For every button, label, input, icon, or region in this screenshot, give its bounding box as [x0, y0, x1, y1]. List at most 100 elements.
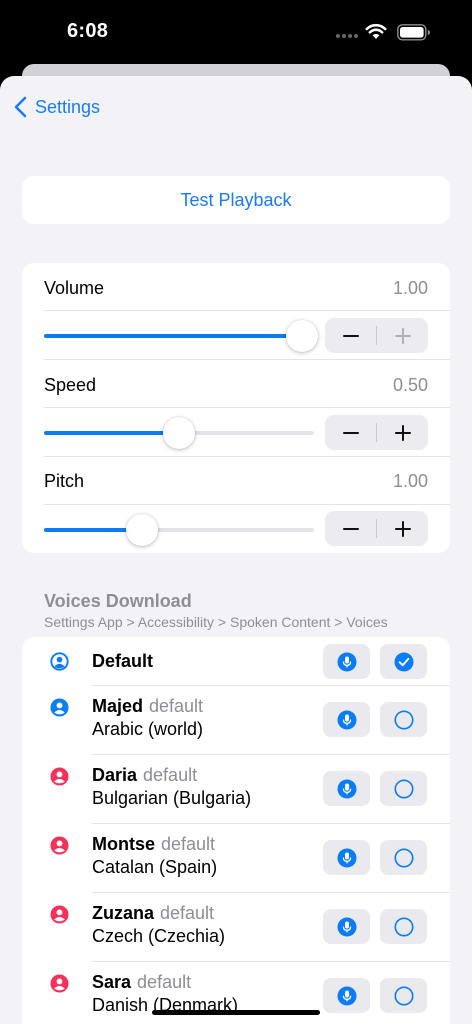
person-circle-fill-icon: [50, 698, 69, 717]
voice-select-button[interactable]: [380, 644, 427, 679]
voice-language: Bulgarian (Bulgaria): [92, 788, 252, 808]
circle-icon: [394, 710, 413, 729]
back-label: Settings: [35, 96, 101, 117]
speed-stepper: [325, 415, 428, 450]
person-circle-outline-icon: [50, 652, 69, 671]
voice-row[interactable]: Montse default Catalan (Spain): [22, 823, 450, 892]
battery-icon: [397, 24, 430, 41]
person-circle-fill-icon: [50, 767, 69, 786]
mic-circle-icon: [337, 652, 356, 671]
voice-select-button[interactable]: [380, 978, 427, 1013]
voices-section-title: Voices Download: [44, 591, 192, 611]
mic-circle-icon: [337, 848, 356, 867]
voice-name: Zuzana default: [92, 903, 215, 923]
checkmark-circle-icon: [394, 652, 413, 671]
voice-default-tag: default: [161, 834, 216, 854]
voice-select-button[interactable]: [380, 840, 427, 875]
voice-name: Majed default: [92, 696, 204, 716]
speed-increase-button[interactable]: [377, 415, 428, 450]
circle-icon: [394, 986, 413, 1005]
plus-icon: [394, 424, 411, 441]
mic-circle-icon: [337, 779, 356, 798]
home-indicator: [152, 1010, 320, 1015]
pitch-increase-button[interactable]: [377, 511, 428, 546]
voice-preview-button[interactable]: [323, 771, 370, 806]
speed-slider[interactable]: [44, 417, 314, 449]
speed-slider-fill: [44, 431, 179, 435]
test-playback-label: Test Playback: [180, 189, 292, 210]
divider: [44, 407, 450, 408]
voice-select-button[interactable]: [380, 702, 427, 737]
volume-slider-fill: [44, 334, 302, 338]
speed-value: 0.50: [392, 375, 428, 395]
wifi-icon: [365, 23, 387, 39]
volume-slider-thumb[interactable]: [286, 320, 318, 352]
minus-icon: [342, 431, 359, 434]
divider: [44, 456, 450, 457]
voice-name: Montse default: [92, 834, 216, 854]
status-time: 6:08: [67, 20, 109, 42]
mic-circle-icon: [337, 710, 356, 729]
pitch-slider-thumb[interactable]: [126, 514, 159, 546]
audio-settings-card: Volume 1.00 Speed 0.50 Pitch 1.00: [22, 263, 450, 553]
minus-icon: [342, 334, 359, 337]
voice-language: Arabic (world): [92, 719, 204, 739]
test-playback-button[interactable]: Test Playback: [22, 176, 450, 224]
volume-decrease-button[interactable]: [325, 318, 376, 353]
cellular-signal-icon: [336, 34, 360, 40]
voice-name: Default: [92, 651, 154, 671]
pitch-value: 1.00: [392, 471, 428, 491]
status-bar: 6:08: [0, 0, 472, 64]
circle-icon: [394, 917, 413, 936]
plus-icon: [394, 327, 411, 344]
minus-icon: [342, 527, 359, 530]
volume-increase-button[interactable]: [377, 318, 428, 353]
speed-decrease-button[interactable]: [325, 415, 376, 450]
voice-default-tag: default: [160, 903, 215, 923]
circle-icon: [394, 779, 413, 798]
person-circle-fill-icon: [50, 905, 69, 924]
voice-row[interactable]: Majed default Arabic (world): [22, 685, 450, 754]
voice-language: Catalan (Spain): [92, 857, 218, 877]
voice-name: Daria default: [92, 765, 198, 785]
voice-select-button[interactable]: [380, 771, 427, 806]
back-button[interactable]: Settings: [14, 95, 100, 119]
pitch-label: Pitch: [44, 471, 85, 491]
voice-preview-button[interactable]: [323, 702, 370, 737]
voice-preview-button[interactable]: [323, 644, 370, 679]
voice-preview-button[interactable]: [323, 840, 370, 875]
voices-section-subtitle: Settings App > Accessibility > Spoken Co…: [44, 614, 388, 630]
settings-sheet: Settings Test Playback Volume 1.00 Speed…: [0, 76, 472, 1024]
voice-language: Czech (Czechia): [92, 926, 226, 946]
voice-default-tag: default: [137, 972, 192, 992]
voices-list: Default Majed default Arabic (world) Dar…: [22, 637, 450, 1024]
voice-preview-button[interactable]: [323, 978, 370, 1013]
voice-default-tag: default: [149, 696, 204, 716]
circle-icon: [394, 848, 413, 867]
person-circle-fill-icon: [50, 974, 69, 993]
speed-slider-thumb[interactable]: [163, 417, 195, 449]
divider: [44, 359, 450, 360]
voice-select-button[interactable]: [380, 909, 427, 944]
divider: [44, 504, 450, 505]
chevron-left-icon: [14, 96, 27, 118]
speed-label: Speed: [44, 375, 97, 395]
person-circle-fill-icon: [50, 836, 69, 855]
voice-row[interactable]: Daria default Bulgarian (Bulgaria): [22, 754, 450, 823]
mic-circle-icon: [337, 986, 356, 1005]
pitch-stepper: [325, 511, 428, 546]
volume-label: Volume: [44, 278, 105, 298]
voice-preview-button[interactable]: [323, 909, 370, 944]
divider: [44, 310, 450, 311]
pitch-decrease-button[interactable]: [325, 511, 376, 546]
volume-slider[interactable]: [44, 320, 318, 352]
voice-name: Sara default: [92, 972, 192, 992]
voice-row[interactable]: Zuzana default Czech (Czechia): [22, 892, 450, 961]
volume-value: 1.00: [392, 278, 428, 298]
mic-circle-icon: [337, 917, 356, 936]
pitch-slider[interactable]: [44, 514, 314, 546]
voice-default-tag: default: [143, 765, 198, 785]
volume-stepper: [325, 318, 428, 353]
plus-icon: [394, 520, 411, 537]
voice-row[interactable]: Default: [22, 637, 450, 685]
